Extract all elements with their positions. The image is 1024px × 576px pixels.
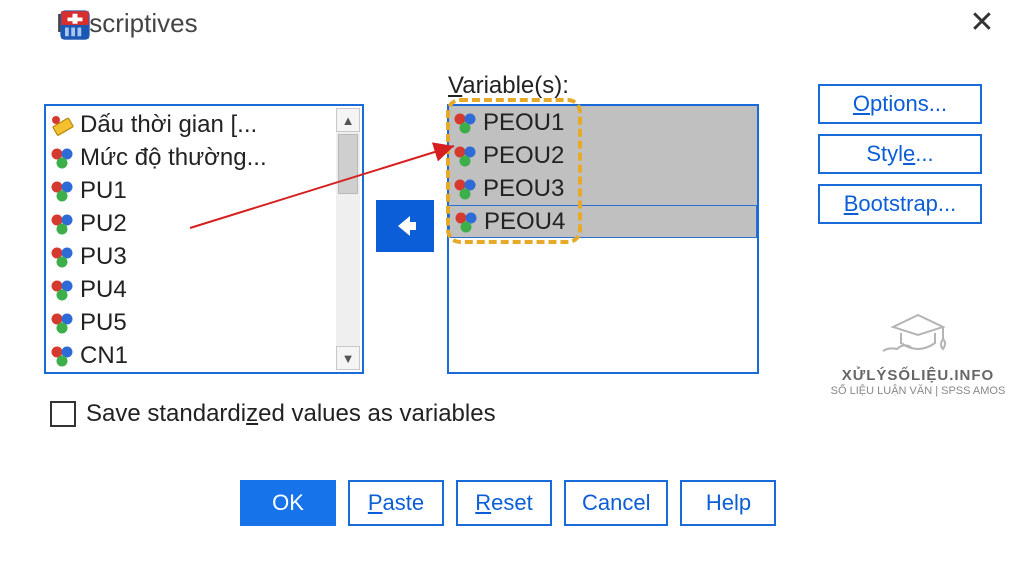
target-item[interactable]: PEOU3 xyxy=(449,172,757,205)
nominal-icon xyxy=(453,144,477,168)
scroll-thumb[interactable] xyxy=(338,134,358,194)
move-variable-button[interactable] xyxy=(376,200,434,252)
dialog-button-bar: OK Paste Reset Cancel Help xyxy=(240,480,776,526)
ok-button[interactable]: OK xyxy=(240,480,336,526)
source-item[interactable]: CN1 xyxy=(48,339,336,370)
source-item-label: PU5 xyxy=(80,309,127,337)
app-icon xyxy=(60,10,90,40)
source-item-label: Dấu thời gian [... xyxy=(80,111,257,139)
scroll-down-button[interactable]: ▼ xyxy=(336,346,360,370)
watermark: XỬLÝSỐLIỆU.INFO SỐ LIỆU LUẬN VĂN | SPSS … xyxy=(828,305,1008,398)
nominal-icon xyxy=(453,177,477,201)
nominal-icon xyxy=(50,146,74,170)
nominal-icon xyxy=(50,245,74,269)
nominal-icon xyxy=(50,344,74,368)
source-item-label: PU1 xyxy=(80,177,127,205)
target-item-label: PEOU2 xyxy=(483,142,564,170)
nominal-icon xyxy=(50,311,74,335)
source-item-label: Mức độ thường... xyxy=(80,144,267,172)
nominal-icon xyxy=(454,210,478,234)
source-item-label: PU4 xyxy=(80,276,127,304)
target-variable-list[interactable]: PEOU1 PEOU2 PEOU3 PEOU4 xyxy=(447,104,759,374)
nominal-icon xyxy=(453,111,477,135)
source-item[interactable]: PU1 xyxy=(48,174,336,207)
scrollbar[interactable]: ▲ ▼ xyxy=(336,108,360,370)
target-item-label: PEOU1 xyxy=(483,109,564,137)
source-item[interactable]: PU5 xyxy=(48,306,336,339)
source-variable-list[interactable]: Dấu thời gian [... Mức độ thường... PU1 PU2… xyxy=(44,104,364,374)
target-item-label: PEOU4 xyxy=(484,208,565,236)
nominal-icon xyxy=(50,212,74,236)
save-standardized-label: Save standardized values as variables xyxy=(86,400,496,428)
source-item-label: CN1 xyxy=(80,342,128,370)
source-item-label: PU3 xyxy=(80,243,127,271)
paste-button[interactable]: Paste xyxy=(348,480,444,526)
target-item[interactable]: PEOU2 xyxy=(449,139,757,172)
save-standardized-checkbox[interactable] xyxy=(50,401,76,427)
arrow-left-icon xyxy=(390,212,420,240)
help-button[interactable]: Help xyxy=(680,480,776,526)
cancel-button[interactable]: Cancel xyxy=(564,480,668,526)
source-item[interactable]: Dấu thời gian [... xyxy=(48,108,336,141)
bootstrap-button[interactable]: Bootstrap... xyxy=(818,184,982,224)
scroll-up-button[interactable]: ▲ xyxy=(336,108,360,132)
reset-button[interactable]: Reset xyxy=(456,480,552,526)
nominal-icon xyxy=(50,278,74,302)
source-item[interactable]: PU2 xyxy=(48,207,336,240)
target-item[interactable]: PEOU1 xyxy=(449,106,757,139)
target-item[interactable]: PEOU4 xyxy=(449,205,757,238)
source-item-label: PU2 xyxy=(80,210,127,238)
source-item[interactable]: PU3 xyxy=(48,240,336,273)
source-item[interactable]: Mức độ thường... xyxy=(48,141,336,174)
close-icon[interactable]: ✕ xyxy=(968,8,996,36)
options-button[interactable]: Options... xyxy=(818,84,982,124)
nominal-icon xyxy=(50,179,74,203)
source-item[interactable]: PU4 xyxy=(48,273,336,306)
scale-icon xyxy=(50,113,74,137)
target-list-label: Variable(s): xyxy=(448,72,569,100)
target-item-label: PEOU3 xyxy=(483,175,564,203)
style-button[interactable]: Style... xyxy=(818,134,982,174)
